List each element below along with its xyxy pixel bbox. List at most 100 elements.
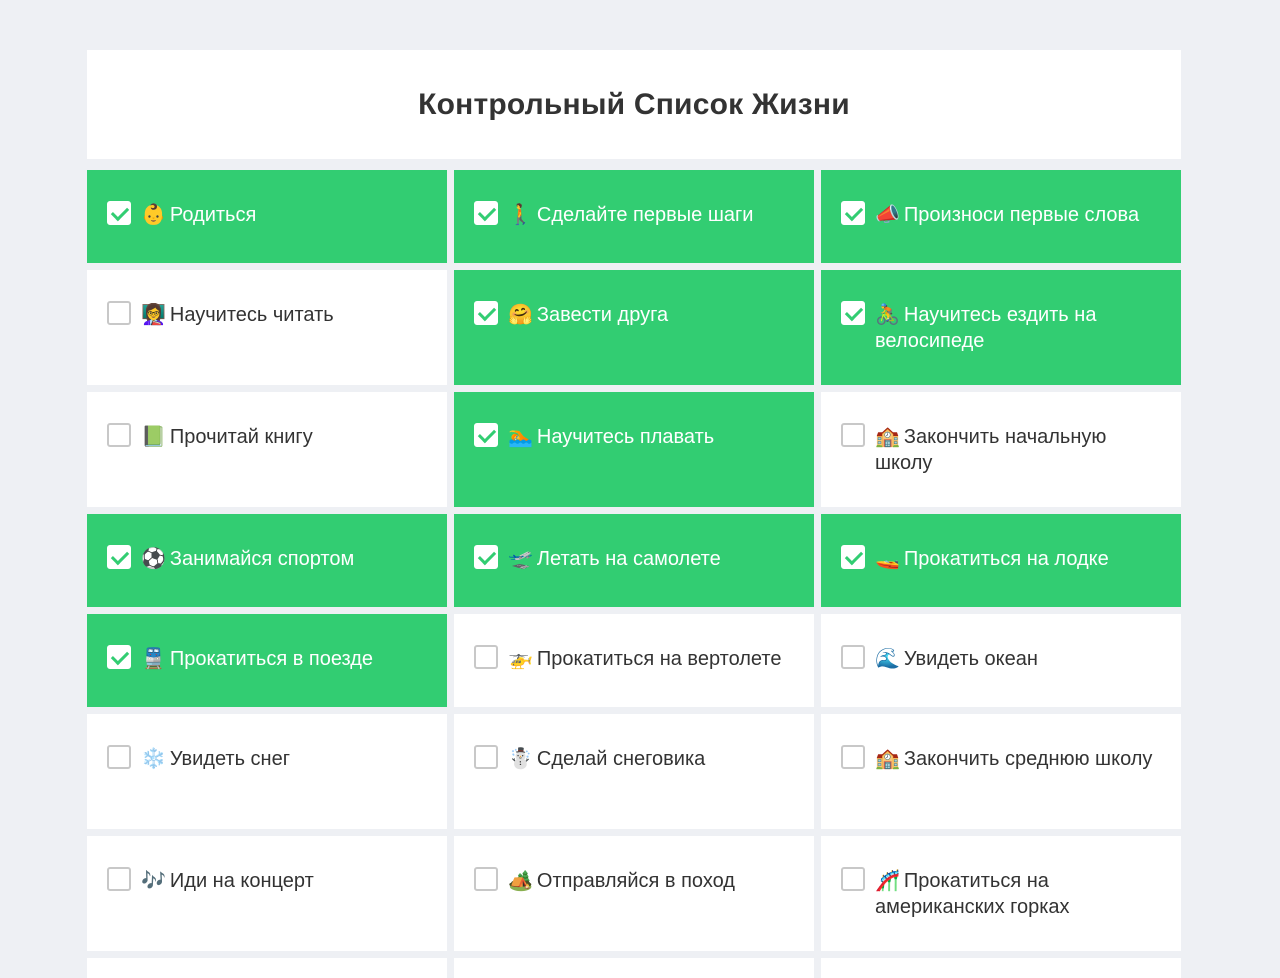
checklist-item-partial — [87, 958, 447, 978]
item-text: 🚆 Прокатиться в поезде — [141, 645, 373, 672]
item-label: Занимайся спортом — [169, 548, 355, 570]
checklist-item-done[interactable]: 🤗 Завести друга — [454, 270, 814, 385]
wave-icon: 🌊 — [875, 646, 900, 670]
checkbox-checked[interactable] — [474, 201, 498, 225]
item-label: Прокатиться на вертолете — [536, 648, 782, 670]
checklist-item[interactable]: 🎢 Прокатиться на американских горках — [821, 836, 1181, 951]
checkbox[interactable] — [841, 867, 865, 891]
checkbox[interactable] — [474, 867, 498, 891]
camping-icon: 🏕️ — [508, 868, 533, 892]
walking-icon: 🚶 — [508, 202, 533, 226]
checkbox-checked[interactable] — [107, 545, 131, 569]
checkbox-checked[interactable] — [474, 545, 498, 569]
header: Контрольный Список Жизни — [87, 50, 1181, 159]
item-label: Иди на концерт — [169, 870, 314, 892]
checkbox-checked[interactable] — [107, 201, 131, 225]
checklist-item-done[interactable]: 🚆 Прокатиться в поезде — [87, 614, 447, 707]
checklist-item[interactable]: 🌊 Увидеть океан — [821, 614, 1181, 707]
item-text: 🎢 Прокатиться на американских горках — [875, 867, 1161, 920]
checklist-item[interactable]: 🚁 Прокатиться на вертолете — [454, 614, 814, 707]
checklist-item-done[interactable]: 🚤 Прокатиться на лодке — [821, 514, 1181, 607]
item-text: 🚴 Научитесь ездить на велосипеде — [875, 301, 1161, 354]
checkbox[interactable] — [474, 645, 498, 669]
school-icon: 🏫 — [875, 746, 900, 770]
checkbox[interactable] — [107, 745, 131, 769]
checklist-item[interactable]: ❄️ Увидеть снег — [87, 714, 447, 829]
item-text: 🎶 Иди на концерт — [141, 867, 314, 894]
roller-coaster-icon: 🎢 — [875, 868, 900, 892]
checklist-item-done[interactable]: 📣 Произноси первые слова — [821, 170, 1181, 263]
swimmer-icon: 🏊 — [508, 424, 533, 448]
item-label: Родиться — [169, 204, 257, 226]
soccer-ball-icon: ⚽ — [141, 546, 166, 570]
item-text: 👩‍🏫 Научитесь читать — [141, 301, 334, 328]
checkbox-checked[interactable] — [841, 545, 865, 569]
item-text: 🏫 Закончить среднюю школу — [875, 745, 1152, 772]
item-text: 🚁 Прокатиться на вертолете — [508, 645, 781, 672]
item-text: 📣 Произноси первые слова — [875, 201, 1139, 228]
checklist-item-done[interactable]: 🚶 Сделайте первые шаги — [454, 170, 814, 263]
item-label: Прокатиться в поезде — [169, 648, 374, 670]
checkbox-checked[interactable] — [474, 301, 498, 325]
music-notes-icon: 🎶 — [141, 868, 166, 892]
checkbox[interactable] — [841, 645, 865, 669]
checklist-item[interactable]: 👩‍🏫 Научитесь читать — [87, 270, 447, 385]
item-label: Сделайте первые шаги — [536, 204, 754, 226]
item-text: ❄️ Увидеть снег — [141, 745, 290, 772]
checkbox-checked[interactable] — [474, 423, 498, 447]
checklist-item[interactable]: ☃️ Сделай снеговика — [454, 714, 814, 829]
checklist-item[interactable]: 🏕️ Отправляйся в поход — [454, 836, 814, 951]
item-text: ⚽ Занимайся спортом — [141, 545, 354, 572]
school-icon: 🏫 — [875, 424, 900, 448]
item-label: Научитесь плавать — [536, 426, 715, 448]
hugging-face-icon: 🤗 — [508, 302, 533, 326]
baby-icon: 👶 — [141, 202, 166, 226]
megaphone-icon: 📣 — [875, 202, 900, 226]
checklist-item[interactable]: 🎶 Иди на концерт — [87, 836, 447, 951]
item-text: 🚶 Сделайте первые шаги — [508, 201, 753, 228]
checkbox[interactable] — [107, 301, 131, 325]
checkbox[interactable] — [841, 745, 865, 769]
checklist-item[interactable]: 🏫 Закончить среднюю школу — [821, 714, 1181, 829]
checkbox-checked[interactable] — [107, 645, 131, 669]
checklist-item-done[interactable]: 👶 Родиться — [87, 170, 447, 263]
checklist-item[interactable]: 📗 Прочитай книгу — [87, 392, 447, 507]
checklist-grid: 👶 Родиться 🚶 Сделайте первые шаги 📣 Произно… — [87, 170, 1181, 951]
checklist-item-done[interactable]: ⚽ Занимайся спортом — [87, 514, 447, 607]
snowman-icon: ☃️ — [508, 746, 533, 770]
page-title: Контрольный Список Жизни — [418, 87, 850, 121]
item-text: 👶 Родиться — [141, 201, 256, 228]
item-text: 🏫 Закончить начальную школу — [875, 423, 1161, 476]
item-label: Прокатиться на лодке — [903, 548, 1109, 570]
checkbox[interactable] — [107, 423, 131, 447]
item-label: Летать на самолете — [536, 548, 721, 570]
item-label: Закончить среднюю школу — [903, 748, 1153, 770]
item-label: Отправляйся в поход — [536, 870, 735, 892]
item-text: 📗 Прочитай книгу — [141, 423, 313, 450]
checkbox-checked[interactable] — [841, 201, 865, 225]
speedboat-icon: 🚤 — [875, 546, 900, 570]
checklist-page: Контрольный Список Жизни 👶 Родиться 🚶 Сдел… — [87, 50, 1181, 978]
item-label: Прочитай книгу — [169, 426, 313, 448]
checklist-item[interactable]: 🏫 Закончить начальную школу — [821, 392, 1181, 507]
cyclist-icon: 🚴 — [875, 302, 900, 326]
teacher-icon: 👩‍🏫 — [141, 302, 166, 326]
checkbox[interactable] — [841, 423, 865, 447]
helicopter-icon: 🚁 — [508, 646, 533, 670]
checklist-item-partial — [454, 958, 814, 978]
airplane-departure-icon: 🛫 — [508, 546, 533, 570]
checkbox-checked[interactable] — [841, 301, 865, 325]
item-text: 🌊 Увидеть океан — [875, 645, 1038, 672]
item-label: Научитесь читать — [169, 304, 334, 326]
checkbox[interactable] — [474, 745, 498, 769]
checklist-item-done[interactable]: 🚴 Научитесь ездить на велосипеде — [821, 270, 1181, 385]
checklist-item-partial — [821, 958, 1181, 978]
item-text: 🛫 Летать на самолете — [508, 545, 721, 572]
item-text: 🏕️ Отправляйся в поход — [508, 867, 735, 894]
item-label: Прокатиться на американских горках — [875, 870, 1070, 918]
checklist-item-done[interactable]: 🏊 Научитесь плавать — [454, 392, 814, 507]
checkbox[interactable] — [107, 867, 131, 891]
snowflake-icon: ❄️ — [141, 746, 166, 770]
checklist-item-done[interactable]: 🛫 Летать на самолете — [454, 514, 814, 607]
item-text: ☃️ Сделай снеговика — [508, 745, 705, 772]
